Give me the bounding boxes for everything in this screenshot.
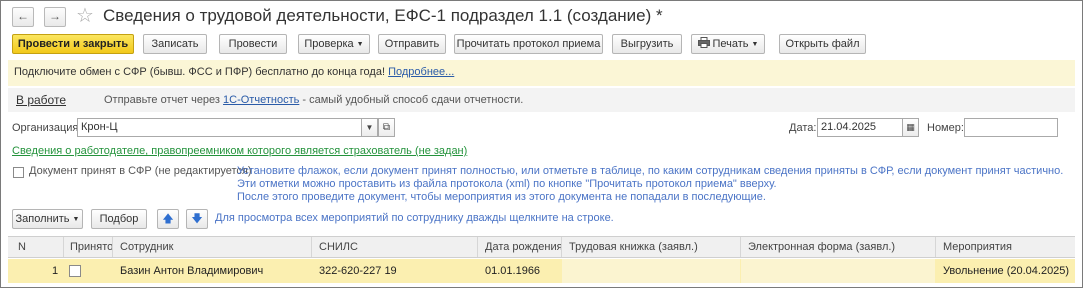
column-header-electronic-form[interactable]: Электронная форма (заявл.) xyxy=(748,241,895,253)
column-divider xyxy=(311,237,312,257)
back-arrow-icon: ← xyxy=(17,9,29,23)
move-up-button[interactable]: 🡅 xyxy=(157,209,179,229)
electronic-form-cell[interactable] xyxy=(741,259,935,283)
column-header-employee[interactable]: Сотрудник xyxy=(120,241,173,253)
row-snils: 322-620-227 19 xyxy=(319,265,397,277)
successor-employer-link[interactable]: Сведения о работодателе, правопреемником… xyxy=(12,145,467,157)
open-file-button[interactable]: Открыть файл xyxy=(779,34,866,54)
calendar-button[interactable]: ▦ xyxy=(902,118,919,137)
chevron-down-icon: ▼ xyxy=(751,41,759,48)
forward-arrow-icon: → xyxy=(49,9,61,23)
promo-banner: Подключите обмен с СФР (бывш. ФСС и ПФР)… xyxy=(8,60,1075,86)
column-header-n[interactable]: N xyxy=(18,241,26,253)
hint-line-3: После этого проведите документ, чтобы ме… xyxy=(237,191,766,203)
row-birth-date: 01.01.1966 xyxy=(485,265,541,277)
column-header-birth-date[interactable]: Дата рождения xyxy=(485,241,563,253)
promo-more-link[interactable]: Подробнее... xyxy=(388,66,454,78)
print-button[interactable]: Печать ▼ xyxy=(691,34,765,54)
row-number: 1 xyxy=(52,265,59,277)
row-employee: Базин Антон Владимирович xyxy=(120,265,264,277)
send-button[interactable]: Отправить xyxy=(378,34,446,54)
chevron-down-icon: ▼ xyxy=(356,41,364,48)
fill-button[interactable]: Заполнить ▼ xyxy=(12,209,83,229)
date-field[interactable]: 21.04.2025 xyxy=(817,118,903,137)
check-label: Проверка xyxy=(304,38,354,50)
move-down-button[interactable]: 🡇 xyxy=(186,209,208,229)
open-icon: ⧉ xyxy=(382,122,391,133)
promo-text: Подключите обмен с СФР (бывш. ФСС и ПФР)… xyxy=(14,66,386,78)
table-row[interactable]: 1 Базин Антон Владимирович 322-620-227 1… xyxy=(8,259,1075,283)
print-label: Печать xyxy=(712,38,749,50)
date-label: Дата: xyxy=(789,122,817,134)
calendar-icon: ▦ xyxy=(906,122,915,132)
arrow-down-icon: 🡇 xyxy=(191,213,203,225)
window-title: Сведения о трудовой деятельности, ЕФС-1 … xyxy=(103,6,663,25)
row-accepted-checkbox[interactable] xyxy=(69,265,81,277)
org-open-button[interactable]: ⧉ xyxy=(378,118,395,137)
column-header-accepted[interactable]: Принято xyxy=(70,241,113,253)
chevron-down-icon: ▼ xyxy=(72,216,80,223)
hint-line-1: Установите флажок, если документ принят … xyxy=(237,165,1064,177)
number-field[interactable] xyxy=(964,118,1058,137)
org-value: Крон-Ц xyxy=(81,121,118,133)
labor-book-cell[interactable] xyxy=(562,259,740,283)
status-text-before: Отправьте отчет через xyxy=(104,94,220,106)
column-divider xyxy=(740,237,741,257)
column-header-snils[interactable]: СНИЛС xyxy=(319,241,358,253)
org-dropdown-button[interactable]: ▼ xyxy=(361,118,378,137)
status-state-link[interactable]: В работе xyxy=(16,93,66,107)
date-value: 21.04.2025 xyxy=(821,121,877,133)
column-divider xyxy=(112,237,113,257)
read-protocol-button[interactable]: Прочитать протокол приема xyxy=(454,34,603,54)
post-button[interactable]: Провести xyxy=(219,34,287,54)
column-header-events[interactable]: Мероприятия xyxy=(943,241,1012,253)
status-bar: В работе Отправьте отчет через 1С-Отчетн… xyxy=(8,88,1075,112)
back-button[interactable]: ← xyxy=(12,7,34,27)
printer-icon xyxy=(697,37,710,48)
org-field[interactable]: Крон-Ц xyxy=(77,118,363,137)
accepted-checkbox[interactable] xyxy=(13,167,24,178)
row-events: Увольнение (20.04.2025) xyxy=(943,265,1070,277)
chevron-down-icon: ▼ xyxy=(365,123,374,132)
check-button[interactable]: Проверка ▼ xyxy=(298,34,370,54)
column-header-labor-book[interactable]: Трудовая книжка (заявл.) xyxy=(569,241,698,253)
post-and-close-button[interactable]: Провести и закрыть xyxy=(12,34,134,54)
column-divider xyxy=(63,237,64,257)
forward-button[interactable]: → xyxy=(44,7,66,27)
column-divider xyxy=(477,237,478,257)
upload-button[interactable]: Выгрузить xyxy=(612,34,682,54)
number-label: Номер: xyxy=(927,122,964,134)
select-button[interactable]: Подбор xyxy=(91,209,147,229)
hint-line-2: Эти отметки можно проставить из файла пр… xyxy=(237,178,777,190)
promo-text-block: Подключите обмен с СФР (бывш. ФСС и ПФР)… xyxy=(14,66,454,78)
fill-label: Заполнить xyxy=(15,213,70,225)
arrow-up-icon: 🡅 xyxy=(162,213,174,225)
table-hint: Для просмотра всех мероприятий по сотруд… xyxy=(215,212,614,224)
org-label: Организация: xyxy=(12,122,82,134)
save-button[interactable]: Записать xyxy=(143,34,207,54)
table-header: N Принято Сотрудник СНИЛС Дата рождения … xyxy=(8,236,1075,258)
column-divider xyxy=(935,237,936,257)
status-text-after: - самый удобный способ сдачи отчетности. xyxy=(302,94,524,106)
accepted-checkbox-label: Документ принят в СФР (не редактируется) xyxy=(29,165,252,177)
status-message: Отправьте отчет через 1С-Отчетность - са… xyxy=(104,94,523,106)
column-divider xyxy=(561,237,562,257)
reporting-service-link[interactable]: 1С-Отчетность xyxy=(223,94,299,106)
favorite-star-icon[interactable]: ☆ xyxy=(76,3,94,28)
